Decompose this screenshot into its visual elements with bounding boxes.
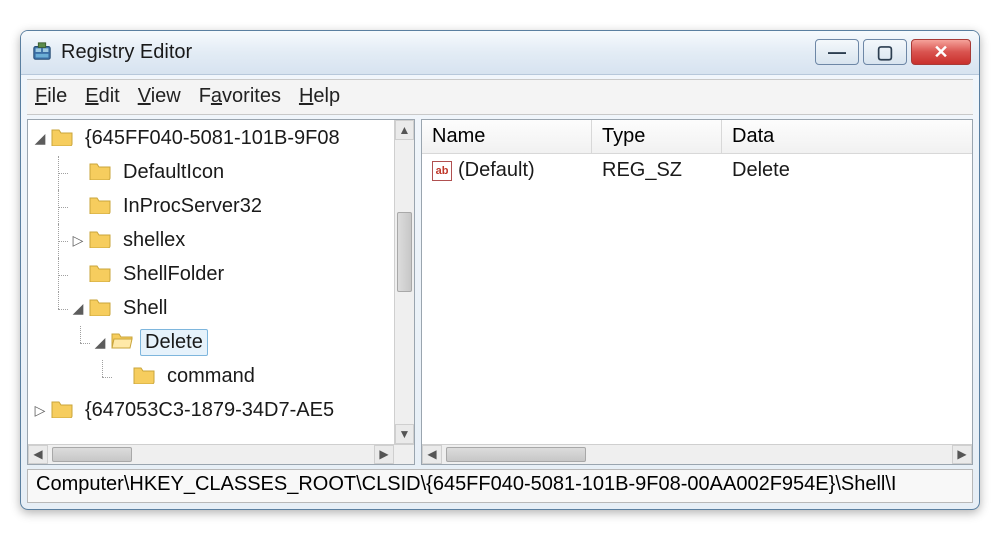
scroll-up-icon[interactable]: ▲ xyxy=(395,120,414,140)
regedit-icon xyxy=(31,41,53,63)
menu-edit[interactable]: Edit xyxy=(85,85,119,108)
tree-label: {645FF040-5081-101B-9F08 xyxy=(80,125,345,152)
tree-body[interactable]: ◢ {645FF040-5081-101B-9F08 DefaultIcon xyxy=(28,120,414,444)
tree-item-shellfolder[interactable]: ShellFolder xyxy=(32,258,414,292)
scroll-left-icon[interactable]: ◀ xyxy=(28,445,48,464)
tree-pane: ◢ {645FF040-5081-101B-9F08 DefaultIcon xyxy=(27,119,415,465)
tree-label: InProcServer32 xyxy=(118,193,267,220)
list-body[interactable]: ab (Default) REG_SZ Delete xyxy=(422,154,972,444)
folder-icon xyxy=(132,364,156,390)
tree-label: {647053C3-1879-34D7-AE5 xyxy=(80,397,339,424)
column-header-data[interactable]: Data xyxy=(722,120,972,153)
tree-horizontal-scrollbar[interactable]: ◀ ▶ xyxy=(28,444,414,464)
menubar: File Edit View Favorites Help xyxy=(27,79,973,115)
tree-label: DefaultIcon xyxy=(118,159,229,186)
value-type: REG_SZ xyxy=(602,159,682,182)
list-horizontal-scrollbar[interactable]: ◀ ▶ xyxy=(422,444,972,464)
folder-icon xyxy=(50,126,74,152)
expander-collapsed-icon[interactable]: ▷ xyxy=(32,402,48,419)
scroll-right-icon[interactable]: ▶ xyxy=(952,445,972,464)
tree-label: ShellFolder xyxy=(118,261,229,288)
statusbar: Computer\HKEY_CLASSES_ROOT\CLSID\{645FF0… xyxy=(27,469,973,503)
tree-label: Shell xyxy=(118,295,172,322)
column-header-name[interactable]: Name xyxy=(422,120,592,153)
scroll-thumb[interactable] xyxy=(446,447,586,462)
folder-icon xyxy=(50,398,74,424)
status-path: Computer\HKEY_CLASSES_ROOT\CLSID\{645FF0… xyxy=(36,473,896,495)
window: Registry Editor — ▢ ✕ File Edit View Fav… xyxy=(20,30,980,510)
folder-icon xyxy=(88,194,112,220)
expander-expanded-icon[interactable]: ◢ xyxy=(32,130,48,147)
column-header-type[interactable]: Type xyxy=(592,120,722,153)
window-title: Registry Editor xyxy=(61,41,815,64)
scroll-thumb[interactable] xyxy=(397,212,412,292)
tree-vertical-scrollbar[interactable]: ▲ ▼ xyxy=(394,120,414,444)
expander-expanded-icon[interactable]: ◢ xyxy=(92,334,108,351)
tree-item-command[interactable]: command xyxy=(32,360,414,394)
menu-view[interactable]: View xyxy=(138,85,181,108)
folder-icon xyxy=(88,296,112,322)
folder-open-icon xyxy=(110,330,134,356)
folder-icon xyxy=(88,228,112,254)
scroll-left-icon[interactable]: ◀ xyxy=(422,445,442,464)
close-icon: ✕ xyxy=(933,42,948,63)
folder-icon xyxy=(88,160,112,186)
tree-label: shellex xyxy=(118,227,190,254)
minimize-icon: — xyxy=(828,42,846,63)
minimize-button[interactable]: — xyxy=(815,39,859,65)
scroll-thumb[interactable] xyxy=(52,447,132,462)
maximize-icon: ▢ xyxy=(876,42,893,63)
tree-label: command xyxy=(162,363,260,390)
reg-string-icon: ab xyxy=(432,161,452,181)
tree-item-defaulticon[interactable]: DefaultIcon xyxy=(32,156,414,190)
scroll-right-icon[interactable]: ▶ xyxy=(374,445,394,464)
tree-label-selected: Delete xyxy=(140,329,208,356)
menu-favorites[interactable]: Favorites xyxy=(199,85,281,108)
tree-item-inprocserver32[interactable]: InProcServer32 xyxy=(32,190,414,224)
expander-collapsed-icon[interactable]: ▷ xyxy=(70,232,86,249)
tree-item-sibling[interactable]: ▷ {647053C3-1879-34D7-AE5 xyxy=(32,394,414,428)
tree-item-delete[interactable]: ◢ Delete xyxy=(32,326,414,360)
close-button[interactable]: ✕ xyxy=(911,39,971,65)
expander-expanded-icon[interactable]: ◢ xyxy=(70,300,86,317)
menu-file[interactable]: File xyxy=(35,85,67,108)
folder-icon xyxy=(88,262,112,288)
titlebar[interactable]: Registry Editor — ▢ ✕ xyxy=(21,31,979,75)
maximize-button[interactable]: ▢ xyxy=(863,39,907,65)
menu-help[interactable]: Help xyxy=(299,85,340,108)
list-header: Name Type Data xyxy=(422,120,972,154)
list-pane: Name Type Data ab (Default) REG_SZ Delet… xyxy=(421,119,973,465)
client-area: ◢ {645FF040-5081-101B-9F08 DefaultIcon xyxy=(21,115,979,465)
list-row[interactable]: ab (Default) REG_SZ Delete xyxy=(422,154,972,188)
tree-item-root[interactable]: ◢ {645FF040-5081-101B-9F08 xyxy=(32,122,414,156)
window-controls: — ▢ ✕ xyxy=(815,39,971,65)
value-name: (Default) xyxy=(458,159,535,182)
scroll-down-icon[interactable]: ▼ xyxy=(395,424,414,444)
value-data: Delete xyxy=(732,159,790,182)
tree-item-shell[interactable]: ◢ Shell xyxy=(32,292,414,326)
tree-item-shellex[interactable]: ▷ shellex xyxy=(32,224,414,258)
